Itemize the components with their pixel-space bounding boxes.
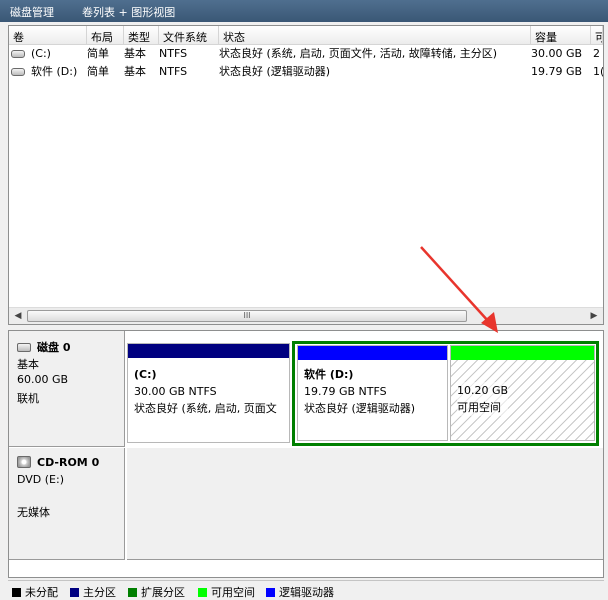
legend-item: 主分区 — [70, 584, 116, 600]
legend-item: 扩展分区 — [128, 584, 185, 600]
legend-item: 可用空间 — [198, 584, 255, 600]
legend-item: 逻辑驱动器 — [266, 584, 334, 600]
legend-item: 未分配 — [12, 584, 58, 600]
legend-swatch — [266, 588, 275, 597]
legend-label: 扩展分区 — [141, 586, 185, 599]
legend-swatch — [198, 588, 207, 597]
legend-label: 可用空间 — [211, 586, 255, 599]
legend-label: 逻辑驱动器 — [279, 586, 334, 599]
legend-swatch — [70, 588, 79, 597]
legend-label: 未分配 — [25, 586, 58, 599]
legend-label: 主分区 — [83, 586, 116, 599]
red-arrow-annotation — [420, 246, 498, 333]
legend-swatch — [12, 588, 21, 597]
legend-swatch — [128, 588, 137, 597]
legend: 未分配 主分区 扩展分区 可用空间 逻辑驱动器 — [8, 580, 604, 600]
